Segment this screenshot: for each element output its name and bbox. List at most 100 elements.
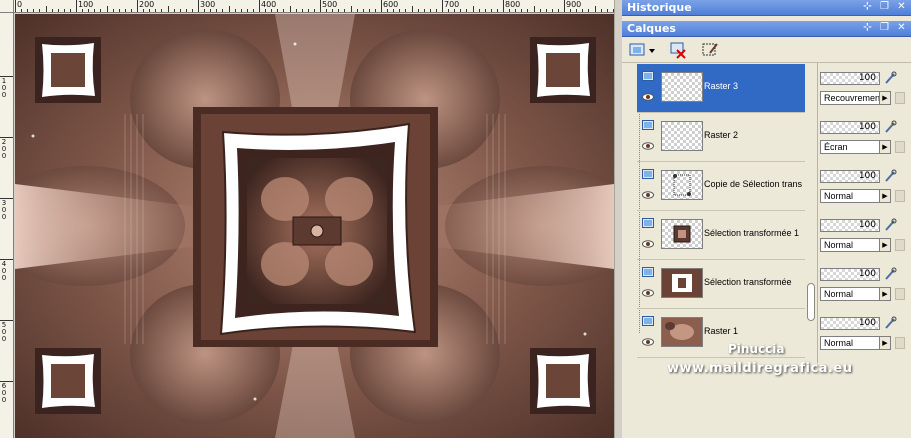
lock-icon[interactable] <box>895 190 905 202</box>
restore-icon[interactable]: ❐ <box>879 1 890 13</box>
ruler-minor-tick <box>45 6 47 12</box>
opacity-slider[interactable]: 100 <box>820 121 880 134</box>
ruler-minor-tick <box>51 9 53 12</box>
blend-dropdown-arrow[interactable]: ▶ <box>879 140 891 154</box>
layer-row[interactable]: Raster 3 <box>637 64 805 113</box>
opacity-slider[interactable]: 100 <box>820 170 880 183</box>
delete-layer-icon <box>670 42 686 59</box>
blend-mode-value: Recouvrement <box>824 93 883 103</box>
image-canvas[interactable] <box>15 14 614 438</box>
opacity-slider[interactable]: 100 <box>820 317 880 330</box>
eye-icon[interactable] <box>642 338 654 346</box>
eye-icon[interactable] <box>642 93 654 101</box>
ruler-minor-tick <box>344 9 346 12</box>
blend-dropdown-arrow[interactable]: ▶ <box>879 189 891 203</box>
ruler-minor-tick <box>301 9 303 12</box>
ruler-minor-tick <box>63 9 65 12</box>
mask-button[interactable] <box>700 40 720 60</box>
eye-icon[interactable] <box>642 289 654 297</box>
pin-icon[interactable]: ⊹ <box>862 1 873 13</box>
eye-icon[interactable] <box>642 142 654 150</box>
brush-icon[interactable] <box>883 267 897 281</box>
watermark-line2: www.maildiregrafica.eu <box>667 361 853 376</box>
brush-icon[interactable] <box>883 218 897 232</box>
layers-panel-title[interactable]: Calques ⊹ ❐ ✕ <box>622 21 911 37</box>
ruler-minor-tick <box>94 9 96 12</box>
brush-icon[interactable] <box>883 316 897 330</box>
eye-icon[interactable] <box>642 240 654 248</box>
ruler-minor-tick <box>82 9 84 12</box>
ruler-minor-tick <box>423 9 425 12</box>
ruler-minor-tick <box>582 9 584 12</box>
canvas-artwork <box>15 14 614 438</box>
lock-icon[interactable] <box>895 288 905 300</box>
layer-props: 100 Normal ▶ <box>818 260 911 309</box>
ruler-minor-tick <box>179 9 181 12</box>
raster-layer-icon <box>642 316 654 326</box>
lock-icon[interactable] <box>895 239 905 251</box>
layer-row[interactable]: Sélection transformée 1 <box>637 211 805 260</box>
layers-title-text: Calques <box>627 22 676 35</box>
layer-props: 100 Écran ▶ <box>818 113 911 162</box>
brush-icon[interactable] <box>883 169 897 183</box>
opacity-slider[interactable]: 100 <box>820 219 880 232</box>
lock-icon[interactable] <box>895 92 905 104</box>
history-panel-title[interactable]: Historique ⊹ ❐ ✕ <box>622 0 911 16</box>
ruler-minor-tick <box>313 9 315 12</box>
ruler-minor-tick <box>478 9 480 12</box>
watermark-line1: Pinuccia <box>728 342 785 356</box>
blend-mode-value: Écran <box>824 142 848 152</box>
restore-icon[interactable]: ❐ <box>879 22 890 34</box>
lock-icon[interactable] <box>895 337 905 349</box>
layer-thumbnail[interactable] <box>661 268 703 298</box>
ruler-minor-tick <box>246 9 248 12</box>
layer-thumbnail[interactable] <box>661 170 703 200</box>
lock-icon[interactable] <box>895 141 905 153</box>
ruler-minor-tick <box>472 6 474 12</box>
ruler-minor-tick <box>448 9 450 12</box>
layer-thumbnail[interactable] <box>661 72 703 102</box>
eye-icon[interactable] <box>642 191 654 199</box>
new-layer-button[interactable] <box>628 40 656 60</box>
ruler-minor-tick <box>124 9 126 12</box>
ruler-label: 700 <box>444 0 460 9</box>
layer-thumbnail[interactable] <box>661 121 703 151</box>
blend-dropdown-arrow[interactable]: ▶ <box>879 91 891 105</box>
layers-scrollbar[interactable] <box>805 63 817 363</box>
blend-dropdown-arrow[interactable]: ▶ <box>879 287 891 301</box>
layer-thumbnail[interactable] <box>661 219 703 249</box>
close-icon[interactable]: ✕ <box>896 1 907 13</box>
raster-layer-icon <box>642 218 654 228</box>
ruler-minor-tick <box>606 9 608 12</box>
opacity-slider[interactable]: 100 <box>820 72 880 85</box>
ruler-tick <box>15 0 16 12</box>
blend-dropdown-arrow[interactable]: ▶ <box>879 238 891 252</box>
ruler-minor-tick <box>588 9 590 12</box>
ruler-minor-tick <box>112 9 114 12</box>
ruler-minor-tick <box>466 9 468 12</box>
brush-icon[interactable] <box>883 120 897 134</box>
ruler-minor-tick <box>283 9 285 12</box>
brush-icon[interactable] <box>883 71 897 85</box>
layer-thumbnail[interactable] <box>661 317 703 347</box>
ruler-minor-tick <box>387 9 389 12</box>
opacity-slider[interactable]: 100 <box>820 268 880 281</box>
close-icon[interactable]: ✕ <box>896 22 907 34</box>
opacity-value: 100 <box>858 171 876 181</box>
delete-layer-button[interactable] <box>668 40 688 60</box>
ruler-label: 600 <box>1 382 7 404</box>
opacity-value: 100 <box>858 220 876 230</box>
ruler-minor-tick <box>356 9 358 12</box>
pin-icon[interactable]: ⊹ <box>862 22 873 34</box>
ruler-minor-tick <box>228 6 230 12</box>
ruler-minor-tick <box>411 6 413 12</box>
ruler-label: 400 <box>1 260 7 282</box>
ruler-minor-tick <box>204 9 206 12</box>
layer-row[interactable]: Raster 2 <box>637 113 805 162</box>
ruler-minor-tick <box>106 6 108 12</box>
layer-row[interactable]: Copie de Sélection trans <box>637 162 805 211</box>
layer-row[interactable]: Sélection transformée <box>637 260 805 309</box>
ruler-minor-tick <box>570 9 572 12</box>
blend-dropdown-arrow[interactable]: ▶ <box>879 336 891 350</box>
scroll-thumb[interactable] <box>807 283 815 321</box>
